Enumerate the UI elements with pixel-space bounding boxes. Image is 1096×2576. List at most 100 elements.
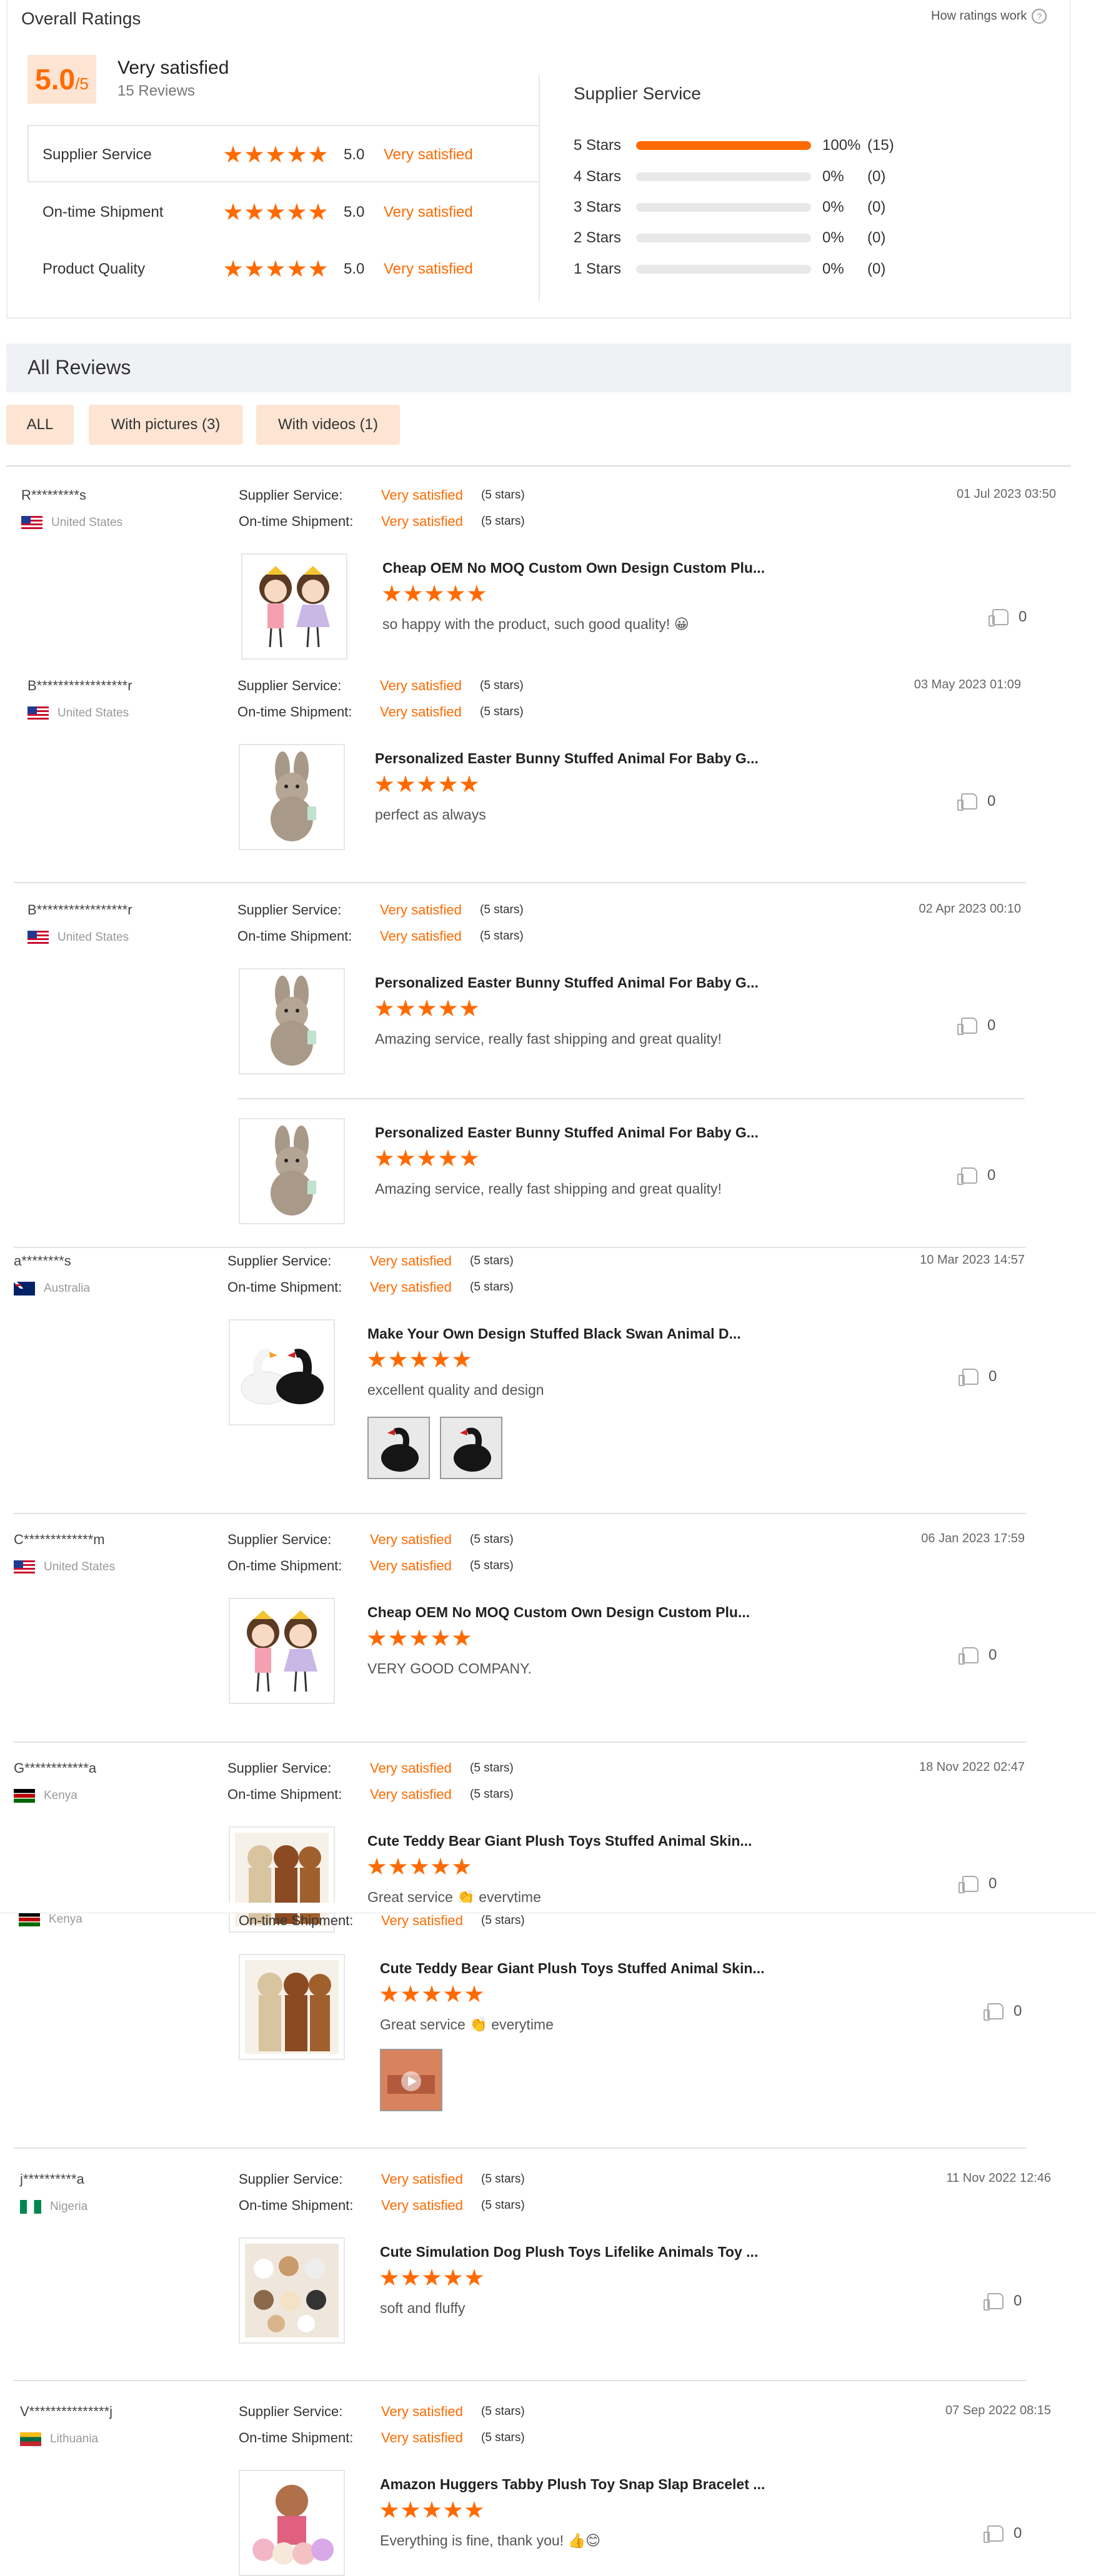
filter-all-button[interactable]: ALL xyxy=(6,405,74,445)
ontime-shipment-stars: (5 stars) xyxy=(481,2431,525,2444)
ontime-shipment-value: Very satisfied xyxy=(370,1786,452,1802)
review-star-rating xyxy=(367,1858,471,1876)
how-ratings-work-link[interactable]: How ratings work? xyxy=(931,9,1047,24)
product-title-link[interactable]: Personalized Easter Bunny Stuffed Animal… xyxy=(375,750,759,767)
review-text-content: VERY GOOD COMPANY. xyxy=(367,1660,532,1677)
sub-rating-score: 5.0 xyxy=(344,146,365,163)
star-icon xyxy=(389,1350,407,1368)
product-thumbnail[interactable] xyxy=(239,744,345,850)
ontime-shipment-stars: (5 stars) xyxy=(470,1281,514,1294)
like-button[interactable]: 0 xyxy=(959,1368,997,1386)
like-button[interactable]: 0 xyxy=(984,2292,1022,2311)
sub-rating-text: Very satisfied xyxy=(384,204,473,220)
ontime-shipment-stars: (5 stars) xyxy=(480,705,524,718)
product-title-link[interactable]: Cute Simulation Dog Plush Toys Lifelike … xyxy=(380,2244,758,2261)
star-icon xyxy=(380,2269,399,2286)
star-icon xyxy=(431,1858,450,1875)
product-thumbnail[interactable] xyxy=(239,1954,345,2060)
like-button[interactable]: 0 xyxy=(984,2525,1022,2543)
star-icon xyxy=(389,1629,407,1647)
product-thumbnail[interactable] xyxy=(241,553,347,660)
review-text-content: Great service xyxy=(380,2016,466,2033)
product-title-link[interactable]: Personalized Easter Bunny Stuffed Animal… xyxy=(375,974,759,991)
review-photo-thumbnail[interactable] xyxy=(440,1417,502,1479)
star-icon xyxy=(467,585,486,602)
country-flag-icon xyxy=(20,2432,41,2446)
review-text-content: Amazing service, really fast shipping an… xyxy=(375,1181,722,1197)
review-text-content: perfect as always xyxy=(375,806,486,823)
ontime-shipment-stars: (5 stars) xyxy=(470,1788,514,1801)
review-date: 03 May 2023 01:09 xyxy=(914,678,1021,691)
thumbs-up-icon xyxy=(957,1167,977,1185)
like-count: 0 xyxy=(989,1875,997,1892)
ontime-shipment-label: On-time Shipment: xyxy=(227,1279,342,1295)
product-title-link[interactable]: Amazon Huggers Tabby Plush Toy Snap Slap… xyxy=(380,2476,765,2493)
product-title-link[interactable]: Cheap OEM No MOQ Custom Own Design Custo… xyxy=(367,1604,750,1621)
like-button[interactable]: 0 xyxy=(957,793,995,811)
product-title-link[interactable]: Make Your Own Design Stuffed Black Swan … xyxy=(367,1325,741,1342)
review-text: perfect as always xyxy=(375,806,486,823)
ontime-shipment-label: On-time Shipment: xyxy=(239,2430,354,2445)
product-thumbnail[interactable] xyxy=(239,1118,345,1224)
ontime-shipment-rating: On-time Shipment: Very satisfied (5 stars) xyxy=(237,928,524,944)
country-name: Kenya xyxy=(44,1789,77,1802)
review-divider xyxy=(14,1247,1026,1248)
reviewer-name: B*****************r xyxy=(27,902,132,918)
star-icon xyxy=(404,585,422,602)
country-flag-icon xyxy=(21,516,42,530)
country-flag-icon xyxy=(27,706,49,720)
star-icon xyxy=(439,775,457,793)
review-emoji: 👍😊 xyxy=(567,2533,601,2549)
review-photo-thumbnail[interactable] xyxy=(367,1417,430,1479)
product-title-link[interactable]: Cheap OEM No MOQ Custom Own Design Custo… xyxy=(382,560,765,577)
star-icon xyxy=(422,2501,441,2519)
like-button[interactable]: 0 xyxy=(959,1875,997,1893)
review-text-content: Everything is fine, thank you! xyxy=(380,2532,564,2549)
product-title-link[interactable]: Cute Teddy Bear Giant Plush Toys Stuffed… xyxy=(380,1960,765,1977)
review-star-rating xyxy=(380,2501,484,2520)
filter-with-pictures-button[interactable]: With pictures (3) xyxy=(89,405,242,445)
filter-with-videos-button[interactable]: With videos (1) xyxy=(256,405,400,445)
product-thumbnail[interactable] xyxy=(239,968,345,1074)
like-button[interactable]: 0 xyxy=(957,1167,995,1185)
star-icon xyxy=(422,1985,441,2003)
star-icon xyxy=(410,1350,429,1368)
ontime-shipment-value: Very satisfied xyxy=(381,513,463,529)
like-button[interactable]: 0 xyxy=(984,2003,1022,2021)
star-icon xyxy=(452,1350,471,1368)
star-icon xyxy=(444,2269,462,2286)
thumbs-up-icon xyxy=(984,2525,1004,2543)
sub-rating-text: Very satisfied xyxy=(384,146,473,163)
country-flag-icon xyxy=(14,1282,35,1295)
product-title-link[interactable]: Personalized Easter Bunny Stuffed Animal… xyxy=(375,1124,759,1141)
like-button[interactable]: 0 xyxy=(957,1017,995,1035)
product-thumbnail[interactable] xyxy=(229,1319,335,1425)
ontime-shipment-label: On-time Shipment: xyxy=(237,704,352,720)
thumbs-up-icon xyxy=(984,2003,1004,2021)
ontime-shipment-label: On-time Shipment: xyxy=(239,1913,354,1928)
like-button[interactable]: 0 xyxy=(989,608,1027,627)
product-thumbnail[interactable] xyxy=(239,2470,345,2576)
star-icon xyxy=(417,999,436,1017)
reviewer-country: Nigeria xyxy=(20,2200,87,2214)
ontime-shipment-value: Very satisfied xyxy=(370,1279,452,1295)
overall-score-box: 5.0/5 xyxy=(27,55,96,104)
star-icon xyxy=(465,2501,484,2519)
like-button[interactable]: 0 xyxy=(959,1647,997,1665)
ontime-shipment-rating: On-time Shipment: Very satisfied (5 stars) xyxy=(227,1786,514,1803)
how-ratings-work-label[interactable]: How ratings work xyxy=(931,9,1027,22)
ontime-shipment-label: On-time Shipment: xyxy=(237,928,352,944)
country-name: Kenya xyxy=(49,1913,82,1926)
supplier-service-stars: (5 stars) xyxy=(480,679,524,692)
product-title-link[interactable]: Cute Teddy Bear Giant Plush Toys Stuffed… xyxy=(367,1833,752,1850)
product-thumbnail[interactable] xyxy=(229,1598,335,1704)
review-star-rating xyxy=(375,775,479,794)
review-video-thumbnail[interactable] xyxy=(380,2049,442,2111)
review-star-rating xyxy=(375,1149,479,1168)
ontime-shipment-stars: (5 stars) xyxy=(480,929,524,943)
distribution-bar xyxy=(636,141,811,150)
ontime-shipment-rating: On-time Shipment: Very satisfied (5 stars) xyxy=(239,513,525,530)
product-thumbnail[interactable] xyxy=(239,2237,345,2344)
star-icon xyxy=(375,775,394,793)
review-star-rating xyxy=(367,1350,471,1369)
